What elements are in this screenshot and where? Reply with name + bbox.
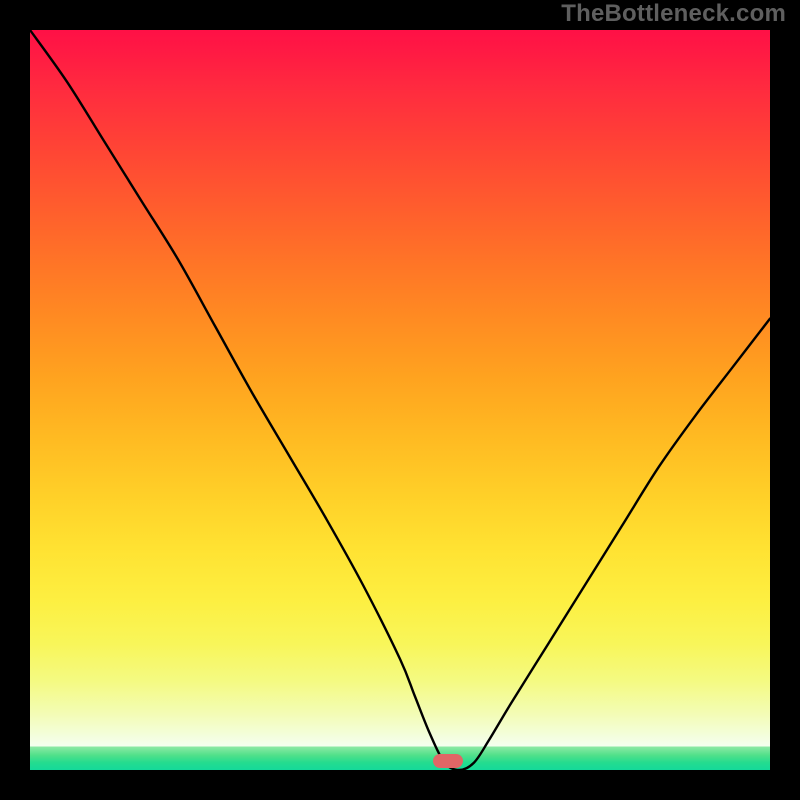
plot-area <box>30 30 770 770</box>
chart-stage: TheBottleneck.com <box>0 0 800 800</box>
minimum-marker <box>433 754 463 768</box>
watermark-text: TheBottleneck.com <box>561 0 786 28</box>
bottleneck-curve <box>30 30 770 770</box>
curve-svg <box>30 30 770 770</box>
